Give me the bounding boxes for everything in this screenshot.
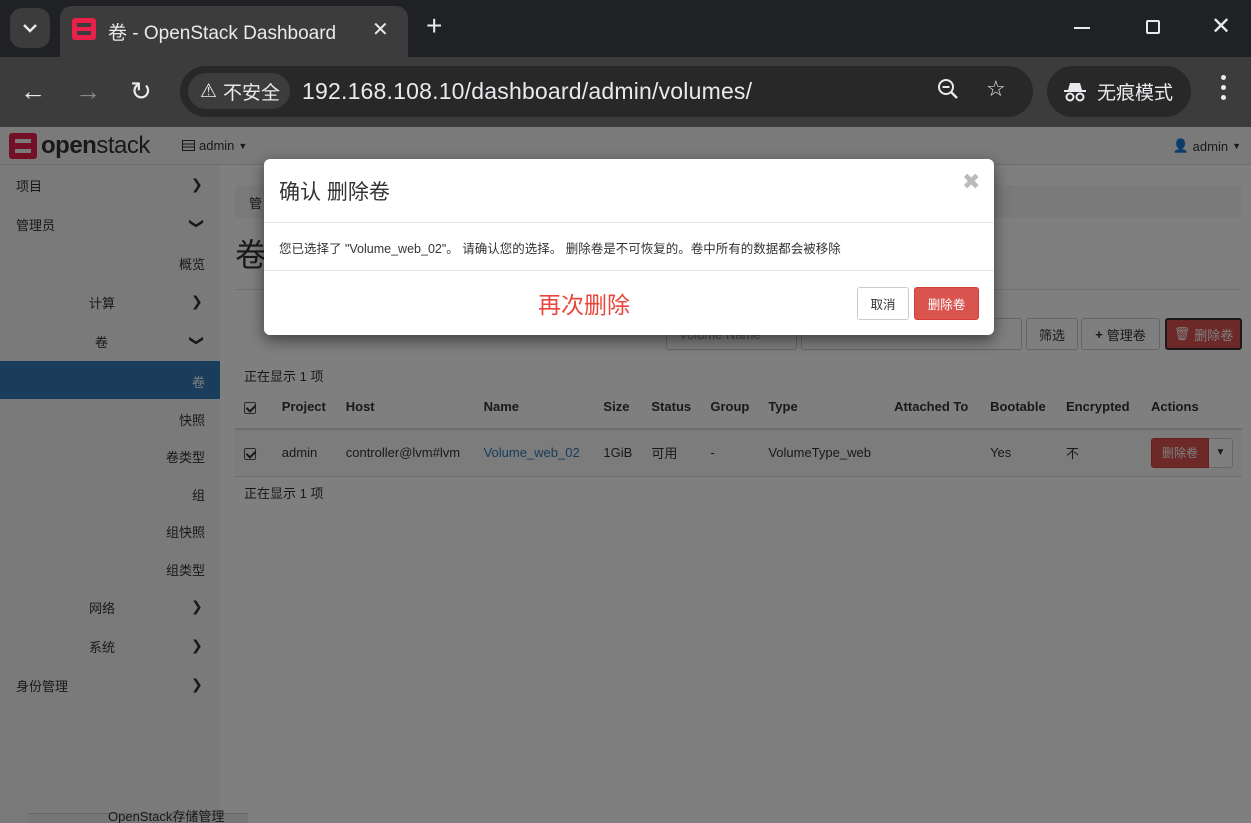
- modal-title: 确认 删除卷: [279, 181, 390, 204]
- close-icon[interactable]: ✖: [962, 169, 980, 195]
- window-close-icon[interactable]: ✕: [1211, 12, 1231, 42]
- zoom-icon[interactable]: [937, 78, 959, 106]
- security-chip[interactable]: ⚠ 不安全: [188, 73, 290, 109]
- forward-arrow-icon[interactable]: →: [75, 74, 101, 108]
- maximize-icon[interactable]: [1146, 20, 1160, 34]
- address-bar[interactable]: ⚠ 不安全 192.168.108.10/dashboard/admin/vol…: [180, 66, 1033, 117]
- modal-divider-top: [264, 222, 994, 223]
- red-annotation-text: 再次删除: [538, 292, 630, 318]
- incognito-label: 无痕模式: [1097, 82, 1174, 104]
- browser-tab-active[interactable]: 卷 - OpenStack Dashboard ✕: [60, 6, 408, 57]
- chevron-down-icon: [23, 24, 37, 33]
- security-chip-label: 不安全: [223, 81, 281, 104]
- openstack-favicon-icon: [72, 18, 96, 40]
- confirm-delete-button[interactable]: 删除卷: [914, 287, 979, 320]
- incognito-badge[interactable]: 无痕模式: [1047, 66, 1191, 117]
- tab-search-button[interactable]: [10, 8, 50, 48]
- reload-icon[interactable]: ↻: [130, 74, 152, 108]
- minimize-icon[interactable]: [1074, 27, 1090, 29]
- cancel-button[interactable]: 取消: [857, 287, 909, 320]
- warning-triangle-icon: ⚠: [200, 80, 218, 102]
- url-text[interactable]: 192.168.108.10/dashboard/admin/volumes/: [302, 78, 752, 105]
- browser-tab-bar: 卷 - OpenStack Dashboard ✕ + ✕: [0, 0, 1251, 57]
- confirm-delete-modal: 确认 删除卷 ✖ 您已选择了 "Volume_web_02"。 请确认您的选择。…: [264, 159, 994, 335]
- back-arrow-icon[interactable]: ←: [20, 74, 46, 108]
- tab-close-icon[interactable]: ✕: [372, 17, 389, 42]
- modal-message: 您已选择了 "Volume_web_02"。 请确认您的选择。 删除卷是不可恢复…: [279, 242, 841, 256]
- bookmark-star-icon[interactable]: ☆: [986, 76, 1006, 102]
- tab-title: 卷 - OpenStack Dashboard: [108, 23, 337, 44]
- modal-divider-bottom: [264, 270, 994, 271]
- browser-menu-icon[interactable]: [1213, 75, 1233, 100]
- new-tab-icon[interactable]: +: [426, 12, 442, 40]
- browser-toolbar: ← → ↻ ⚠ 不安全 192.168.108.10/dashboard/adm…: [0, 57, 1251, 127]
- incognito-icon: [1064, 82, 1086, 101]
